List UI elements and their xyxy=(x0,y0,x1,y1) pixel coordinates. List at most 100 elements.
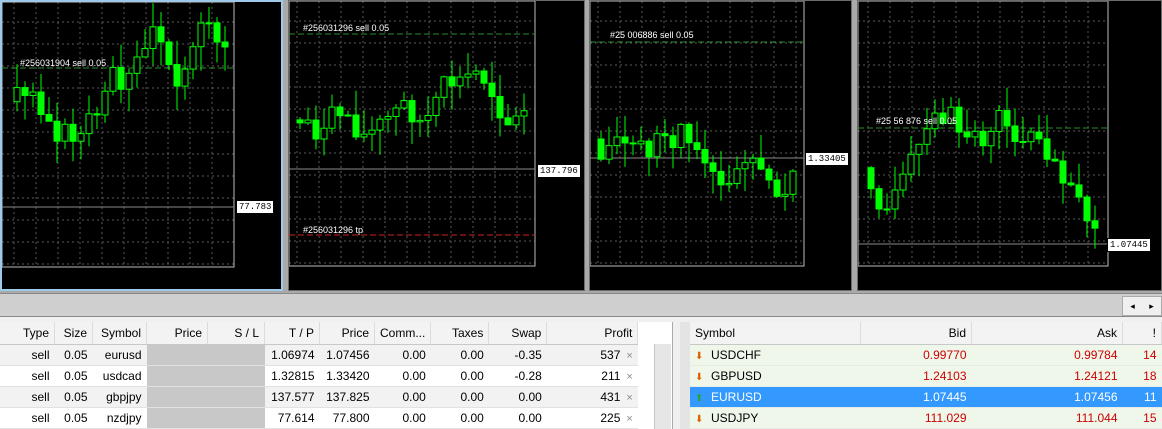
candle xyxy=(13,64,21,112)
charts-horizontal-scrollbar[interactable]: ◂ ▸ xyxy=(0,293,1162,317)
col-bid[interactable]: Bid xyxy=(860,322,972,345)
chart-window-eurusd[interactable]: #25 56 876 sell 0.05 1.07445 xyxy=(857,0,1162,291)
col-spread[interactable]: ! xyxy=(1122,322,1162,345)
candle xyxy=(605,126,613,165)
col-commission[interactable]: Comm... xyxy=(374,322,432,345)
symbol-name: USDCHF xyxy=(711,348,761,362)
symbol-cell: eurusd xyxy=(92,344,147,366)
candle xyxy=(773,171,781,198)
bid-cell: 1.24103 xyxy=(860,365,972,387)
arrow-down-icon: ⬇ xyxy=(695,414,704,425)
tab-scroll-buttons[interactable]: ◂ ▸ xyxy=(1122,296,1162,316)
candlestick-chart xyxy=(590,1,805,267)
candle xyxy=(213,16,221,63)
trade-row[interactable]: sell 0.05 nzdjpy 77.614 77.800 0.00 0.00… xyxy=(0,407,638,429)
quote-row-selected[interactable]: ⬆ EURUSD 1.07445 1.07456 11 xyxy=(690,386,1162,408)
col-symbol[interactable]: Symbol xyxy=(92,322,147,345)
bid-cell: 111.029 xyxy=(860,407,972,429)
profit-value: 211 xyxy=(601,369,621,383)
tp-cell: 77.614 xyxy=(264,407,320,429)
swap-cell: 0.00 xyxy=(488,386,547,408)
candle xyxy=(189,42,197,80)
close-position-icon[interactable]: × xyxy=(620,413,632,425)
scroll-right-icon[interactable]: ▸ xyxy=(1149,301,1154,312)
candle xyxy=(1011,108,1019,157)
candle xyxy=(296,116,304,129)
order-label: #256031296 sell 0.05 xyxy=(303,23,390,33)
col-ask[interactable]: Ask xyxy=(971,322,1123,345)
scroll-left-icon[interactable]: ◂ xyxy=(1130,301,1135,312)
close-position-icon[interactable]: × xyxy=(620,371,632,383)
col-price2[interactable]: Price xyxy=(319,322,375,345)
candle xyxy=(971,120,979,147)
tp-cell: 137.577 xyxy=(264,386,320,408)
symbol-name: GBPUSD xyxy=(711,369,762,383)
candle xyxy=(205,6,213,39)
candle xyxy=(344,110,352,117)
candle xyxy=(685,122,693,163)
candle xyxy=(157,12,165,66)
candle xyxy=(701,129,709,178)
candle xyxy=(765,164,773,189)
swap-cell: -0.35 xyxy=(488,344,547,366)
arrow-up-icon: ⬆ xyxy=(695,393,704,404)
col-tp[interactable]: T / P xyxy=(264,322,320,345)
trade-row[interactable]: sell 0.05 usdcad 1.32815 1.33420 0.00 0.… xyxy=(0,365,638,387)
sl-cell xyxy=(207,365,265,387)
quote-row[interactable]: ⬇ USDCHF 0.99770 0.99784 14 xyxy=(690,344,1162,366)
chart-window-usdcad[interactable]: #25 006886 sell 0.05 1.33405 xyxy=(589,0,852,291)
trade-vertical-scrollbar[interactable] xyxy=(654,344,671,429)
commission-cell: 0.00 xyxy=(374,386,431,408)
market-watch-panel: Symbol Bid Ask ! ⬇ USDCHF 0.99770 0.99784… xyxy=(690,322,1162,429)
col-profit[interactable]: Profit xyxy=(546,322,639,345)
candle xyxy=(368,116,376,151)
taxes-cell: 0.00 xyxy=(430,344,489,366)
candle xyxy=(669,126,677,169)
bid-cell: 0.99770 xyxy=(860,344,972,366)
col-size[interactable]: Size xyxy=(54,322,93,345)
col-symbol[interactable]: Symbol xyxy=(690,322,861,345)
candle xyxy=(328,94,336,135)
candle xyxy=(867,165,875,199)
candle xyxy=(133,40,141,88)
candle xyxy=(456,66,464,99)
candle xyxy=(440,75,448,108)
quote-row[interactable]: ⬇ GBPUSD 1.24103 1.24121 18 xyxy=(690,365,1162,387)
col-swap[interactable]: Swap xyxy=(488,322,548,345)
candle xyxy=(69,108,77,162)
candle xyxy=(661,118,669,153)
col-type[interactable]: Type xyxy=(0,322,55,345)
col-price[interactable]: Price xyxy=(146,322,208,345)
trade-row[interactable]: sell 0.05 gbpjpy 137.577 137.825 0.00 0.… xyxy=(0,386,638,408)
type-cell: sell xyxy=(0,344,55,366)
candle xyxy=(1083,194,1091,238)
taxes-cell: 0.00 xyxy=(430,386,489,408)
candle xyxy=(464,53,472,89)
candle xyxy=(1003,87,1011,148)
price-tag: 77.783 xyxy=(236,200,275,214)
candle xyxy=(1051,149,1059,162)
candle xyxy=(1035,114,1043,145)
candle xyxy=(613,116,621,155)
symbol-name: USDJPY xyxy=(711,411,759,425)
candle xyxy=(709,155,717,194)
candle xyxy=(61,118,69,150)
col-sl[interactable]: S / L xyxy=(207,322,265,345)
chart-window-gbpjpy[interactable]: #256031296 sell 0.05 #256031296 tp 137.7… xyxy=(288,0,585,291)
candle xyxy=(693,121,701,159)
candle xyxy=(392,104,400,136)
quote-row[interactable]: ⬇ USDJPY 111.029 111.044 15 xyxy=(690,407,1162,429)
trade-row[interactable]: sell 0.05 eurusd 1.06974 1.07456 0.00 0.… xyxy=(0,344,638,366)
close-position-icon[interactable]: × xyxy=(620,392,632,404)
col-taxes[interactable]: Taxes xyxy=(430,322,490,345)
candle xyxy=(653,125,661,168)
trade-table: Type Size Symbol Price S / L T / P Price… xyxy=(0,322,639,429)
chart-window-nzdjpy[interactable]: #256031904 sell 0.05 77.783 xyxy=(0,0,283,291)
close-position-icon[interactable]: × xyxy=(620,350,632,362)
commission-cell: 0.00 xyxy=(374,407,431,429)
candle xyxy=(987,126,995,164)
current-price-cell: 137.825 xyxy=(319,386,375,408)
price-tag: 1.07445 xyxy=(1107,238,1151,252)
bid-cell: 1.07445 xyxy=(860,386,972,408)
candle xyxy=(677,122,685,158)
